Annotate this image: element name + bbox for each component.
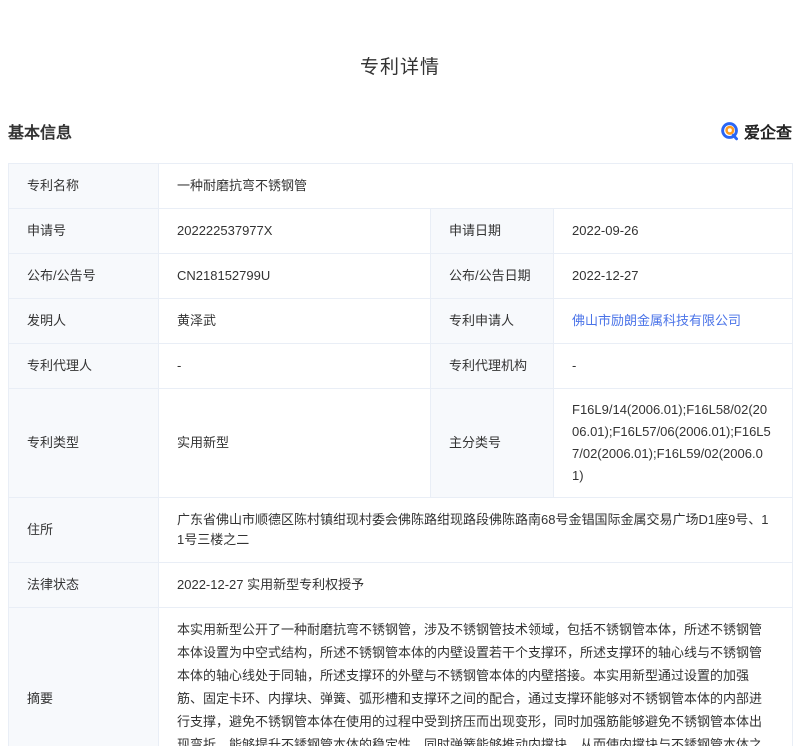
field-label: 申请号 [9, 209, 159, 254]
field-label: 主分类号 [431, 389, 554, 498]
field-value-address: 广东省佛山市顺德区陈村镇绀现村委会佛陈路绀现路段佛陈路南68号金锠国际金属交易广… [159, 498, 793, 563]
table-row-legal-status: 法律状态 2022-12-27 实用新型专利权授予 [9, 563, 793, 608]
table-row-publication: 公布/公告号 CN218152799U 公布/公告日期 2022-12-27 [9, 254, 793, 299]
field-value-legal-status: 2022-12-27 实用新型专利权授予 [159, 563, 793, 608]
field-label: 法律状态 [9, 563, 159, 608]
field-value-patent-name: 一种耐磨抗弯不锈钢管 [159, 164, 793, 209]
table-row-patent-type: 专利类型 实用新型 主分类号 F16L9/14(2006.01);F16L58/… [9, 389, 793, 498]
table-row-agent: 专利代理人 - 专利代理机构 - [9, 344, 793, 389]
table-row-application: 申请号 202222537977X 申请日期 2022-09-26 [9, 209, 793, 254]
field-label: 发明人 [9, 299, 159, 344]
magnifier-q-icon [720, 121, 740, 141]
field-value-main-classification: F16L9/14(2006.01);F16L58/02(2006.01);F16… [554, 389, 793, 498]
field-label: 专利代理机构 [431, 344, 554, 389]
field-label: 公布/公告日期 [431, 254, 554, 299]
field-value-abstract: 本实用新型公开了一种耐磨抗弯不锈钢管，涉及不锈钢管技术领域，包括不锈钢管本体，所… [159, 608, 793, 746]
field-label: 申请日期 [431, 209, 554, 254]
field-value-patent-type: 实用新型 [159, 389, 431, 498]
field-value-applicant: 佛山市励朗金属科技有限公司 [554, 299, 793, 344]
aiqicha-logo-text: 爱企查 [744, 119, 792, 143]
field-value-agent: - [159, 344, 431, 389]
field-value-application-date: 2022-09-26 [554, 209, 793, 254]
field-value-inventor: 黄泽武 [159, 299, 431, 344]
section-header: 基本信息 爱企查 [8, 119, 792, 143]
field-value-publication-date: 2022-12-27 [554, 254, 793, 299]
field-label: 专利类型 [9, 389, 159, 498]
field-label: 专利申请人 [431, 299, 554, 344]
table-row-abstract: 摘要 本实用新型公开了一种耐磨抗弯不锈钢管，涉及不锈钢管技术领域，包括不锈钢管本… [9, 608, 793, 746]
aiqicha-logo[interactable]: 爱企查 [720, 119, 792, 143]
table-row-address: 住所 广东省佛山市顺德区陈村镇绀现村委会佛陈路绀现路段佛陈路南68号金锠国际金属… [9, 498, 793, 563]
field-label: 住所 [9, 498, 159, 563]
field-label: 专利代理人 [9, 344, 159, 389]
field-label: 专利名称 [9, 164, 159, 209]
page-title: 专利详情 [0, 0, 800, 79]
field-value-agency: - [554, 344, 793, 389]
table-row-inventor: 发明人 黄泽武 专利申请人 佛山市励朗金属科技有限公司 [9, 299, 793, 344]
applicant-company-link[interactable]: 佛山市励朗金属科技有限公司 [572, 313, 741, 328]
patent-detail-page: 专利详情 基本信息 爱企查 专利名称 一种耐磨抗弯不锈钢管 [0, 0, 800, 746]
field-label: 摘要 [9, 608, 159, 746]
section-title-basic-info: 基本信息 [8, 119, 72, 143]
field-label: 公布/公告号 [9, 254, 159, 299]
field-value-publication-number: CN218152799U [159, 254, 431, 299]
table-row-patent-name: 专利名称 一种耐磨抗弯不锈钢管 [9, 164, 793, 209]
field-value-application-number: 202222537977X [159, 209, 431, 254]
patent-info-table: 专利名称 一种耐磨抗弯不锈钢管 申请号 202222537977X 申请日期 2… [8, 163, 793, 746]
